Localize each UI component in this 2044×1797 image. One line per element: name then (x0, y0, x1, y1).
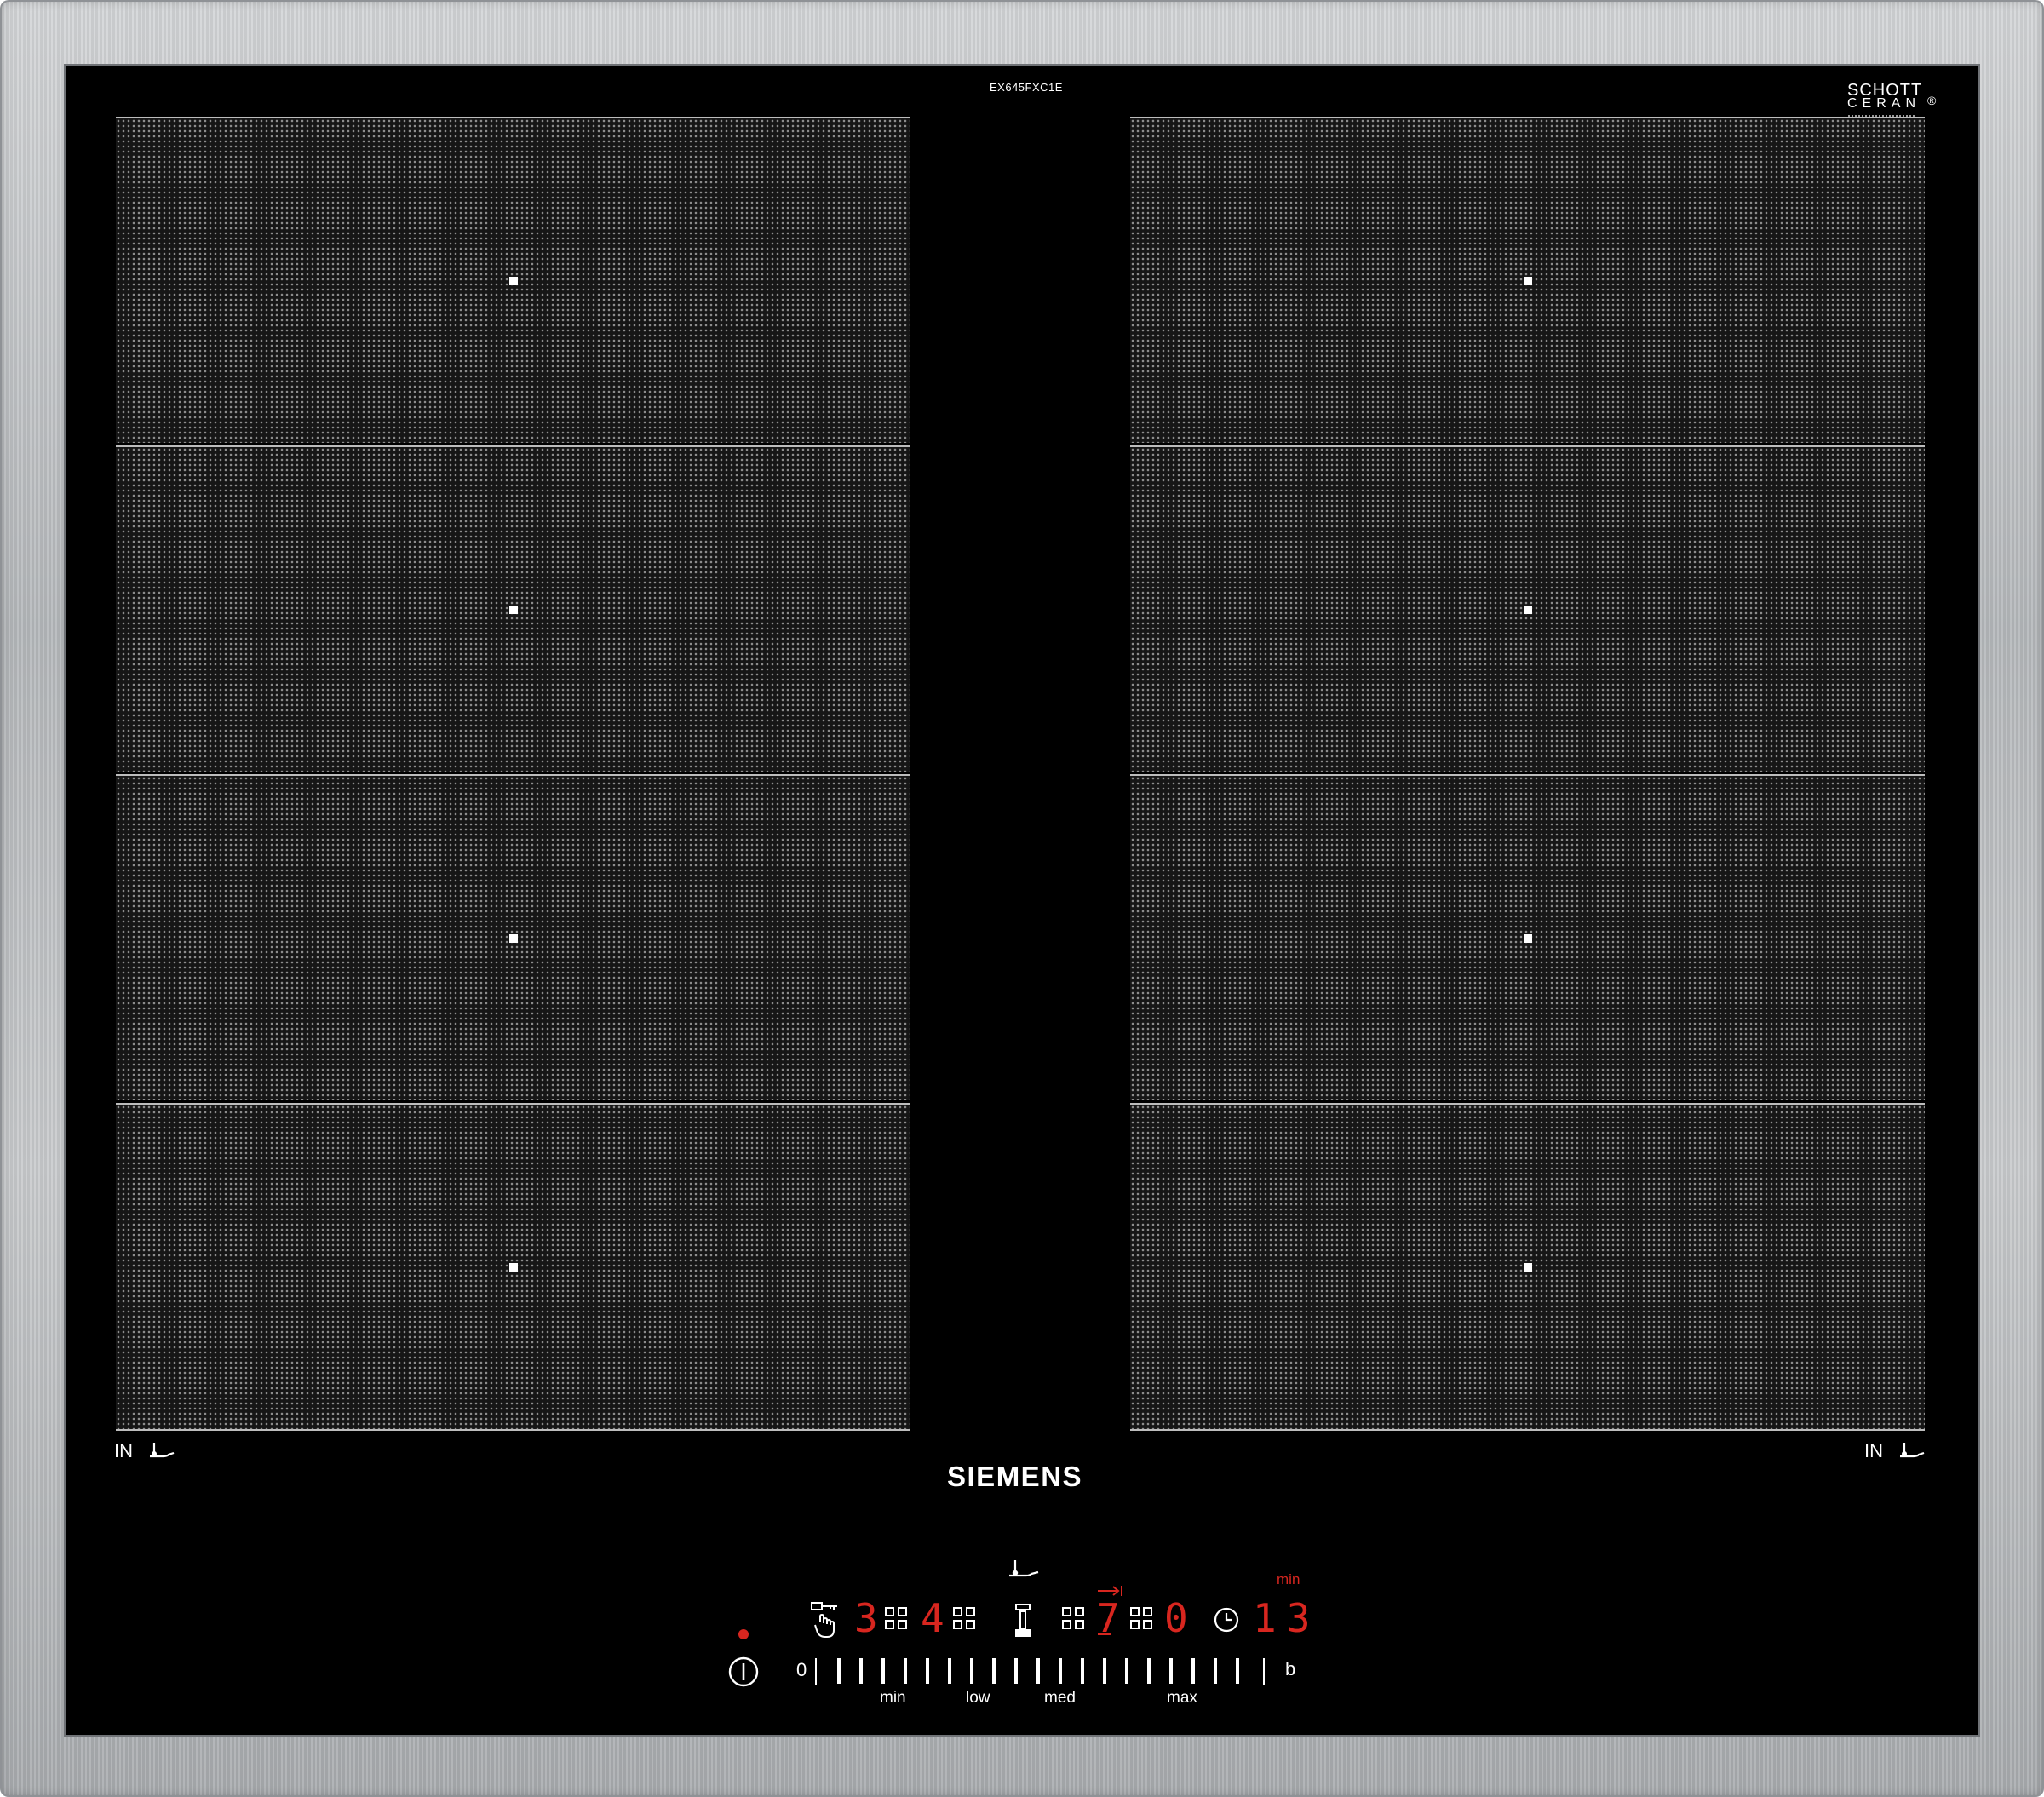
right-zone-section-2[interactable] (1130, 445, 1925, 772)
slider-start-mark (815, 1658, 817, 1685)
slider-segment[interactable] (1014, 1658, 1018, 1684)
slider-segment[interactable] (1036, 1658, 1040, 1684)
brand-logo: SIEMENS (947, 1461, 1083, 1492)
slider-segment[interactable] (1214, 1658, 1217, 1684)
right-zone-section-4[interactable] (1130, 1103, 1925, 1431)
right-induction-label: IN (1864, 1440, 1883, 1461)
timer-unit-label: min (1277, 1571, 1300, 1587)
zone-center-marker (508, 933, 518, 943)
zone-center-marker (508, 1262, 518, 1272)
slider-label-med: med (1044, 1689, 1076, 1707)
slider-label-low: low (966, 1689, 990, 1707)
slider-segment[interactable] (1191, 1658, 1195, 1684)
timer-display: 13 (1253, 1595, 1321, 1641)
zone-c-underline (1098, 1633, 1111, 1635)
left-induction-label: IN (114, 1440, 133, 1461)
slider-label-max: max (1167, 1689, 1197, 1707)
pan-sensor-icon (1900, 1443, 1925, 1458)
zone-selector-icon[interactable] (885, 1607, 909, 1631)
zone-d-power-level: 0 (1164, 1595, 1190, 1641)
slider-segment[interactable] (970, 1658, 973, 1684)
pan-sensor-icon[interactable] (1006, 1558, 1040, 1582)
zone-center-marker (1523, 1262, 1532, 1272)
power-slider[interactable] (815, 1658, 1265, 1685)
timer-clock-icon[interactable] (1212, 1605, 1241, 1634)
slider-segment[interactable] (837, 1658, 841, 1684)
zone-selector-icon[interactable] (953, 1607, 977, 1631)
child-lock-icon[interactable] (808, 1596, 846, 1640)
power-icon[interactable] (726, 1655, 761, 1689)
slider-segment[interactable] (859, 1658, 863, 1684)
zone-b-power-level: 4 (921, 1595, 946, 1641)
slider-boost-label: b (1285, 1658, 1296, 1679)
slider-start-label: 0 (796, 1659, 807, 1680)
combine-zones-icon[interactable] (1013, 1602, 1033, 1639)
slider-segment[interactable] (1125, 1658, 1128, 1684)
slider-segment[interactable] (926, 1658, 929, 1684)
left-zone-section-2[interactable] (116, 445, 910, 772)
slider-segment[interactable] (881, 1658, 885, 1684)
left-zone-section-1[interactable] (116, 117, 910, 443)
slider-label-min: min (880, 1689, 906, 1707)
zone-center-marker (508, 276, 518, 285)
model-number: EX645FXC1E (990, 81, 1063, 94)
ceramic-glass-surface: EX645FXC1E SCHOTT CERAN ® IN IN SIEMENS (66, 66, 1978, 1735)
power-indicator-dot (738, 1629, 749, 1639)
slider-end-mark (1263, 1658, 1265, 1685)
left-zone-section-3[interactable] (116, 774, 910, 1100)
zone-center-marker (1523, 276, 1532, 285)
slider-segment[interactable] (1081, 1658, 1084, 1684)
slider-segment[interactable] (992, 1658, 996, 1684)
slider-segment[interactable] (1169, 1658, 1173, 1684)
right-zone-section-1[interactable] (1130, 117, 1925, 443)
zone-selector-icon[interactable] (1062, 1607, 1086, 1631)
right-zone-section-3[interactable] (1130, 774, 1925, 1100)
zone-selector-icon[interactable] (1130, 1607, 1154, 1631)
slider-segment[interactable] (1103, 1658, 1106, 1684)
pan-sensor-icon (150, 1443, 175, 1458)
zone-a-power-level: 3 (854, 1595, 880, 1641)
zone-center-marker (508, 605, 518, 614)
slider-segment[interactable] (1059, 1658, 1062, 1684)
slider-segment[interactable] (1236, 1658, 1239, 1684)
zone-center-marker (1523, 605, 1532, 614)
zone-center-marker (1523, 933, 1532, 943)
slider-segment[interactable] (904, 1658, 907, 1684)
slider-segment[interactable] (948, 1658, 951, 1684)
left-zone-section-4[interactable] (116, 1103, 910, 1431)
slider-segment[interactable] (1147, 1658, 1151, 1684)
